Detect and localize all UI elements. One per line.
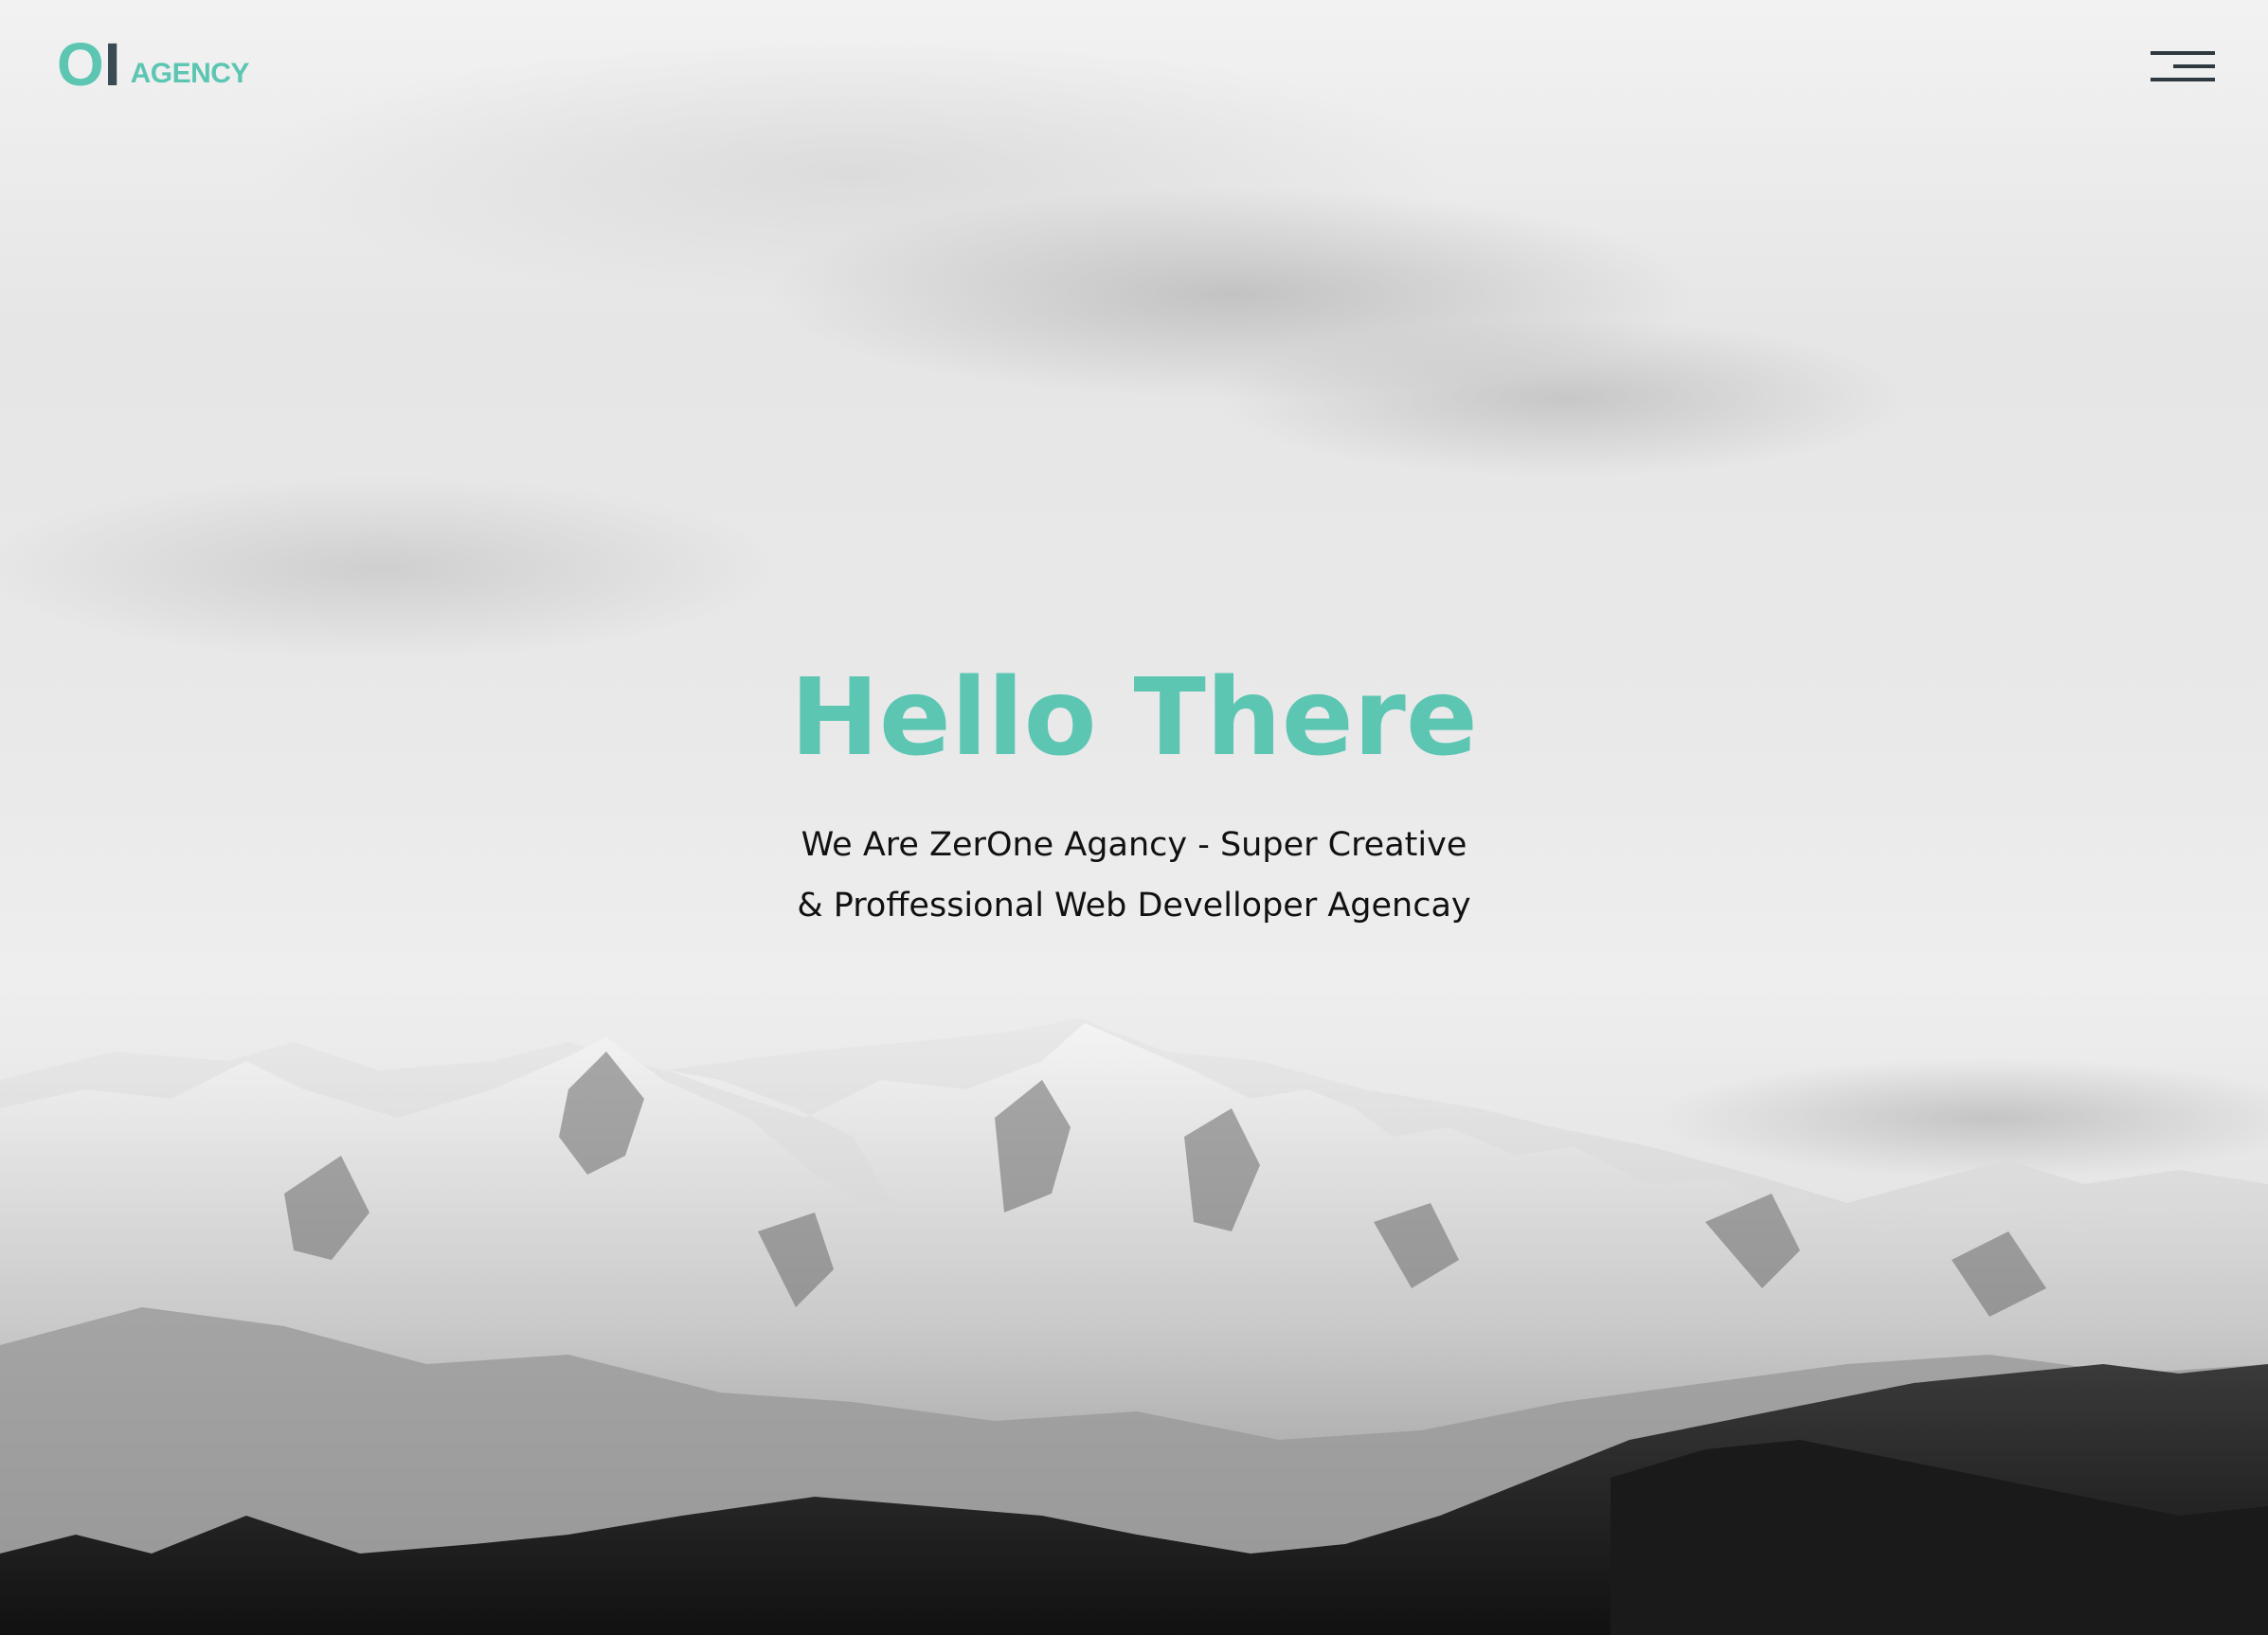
menu-bar-middle [2173, 64, 2215, 68]
menu-bar-top [2151, 51, 2215, 55]
logo-mark-i: I [103, 30, 121, 99]
logo[interactable]: O I AGENCY [57, 30, 250, 99]
logo-mark: O I [57, 30, 121, 99]
landing-page: O I AGENCY Hello There We Are ZerOne Aga… [0, 0, 2268, 1635]
hero-title: Hello There [790, 656, 1478, 780]
logo-text: AGENCY [130, 58, 250, 89]
hero-subtitle-line-2: & Proffessional Web Develloper Agencay [797, 887, 1471, 925]
hero-subtitle: We Are ZerOne Agancy - Super Creative & … [0, 815, 2268, 936]
menu-bar-bottom [2151, 78, 2215, 81]
hamburger-menu-icon[interactable] [2145, 47, 2215, 87]
hero-subtitle-line-1: We Are ZerOne Agancy - Super Creative [801, 826, 1467, 864]
logo-mark-o: O [57, 30, 104, 99]
